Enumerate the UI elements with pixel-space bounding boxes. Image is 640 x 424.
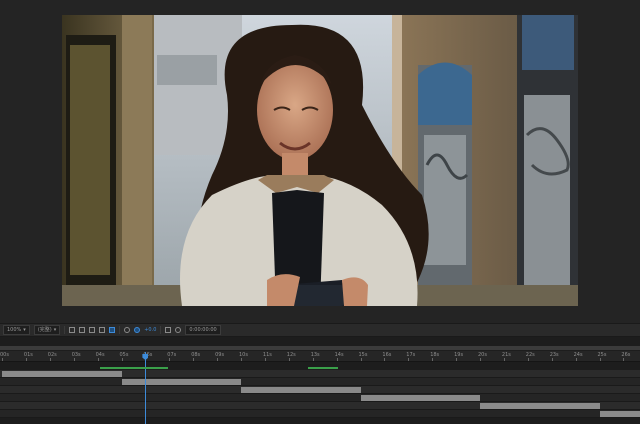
- exposure-value[interactable]: +0.0: [144, 327, 156, 333]
- color-channel-icon[interactable]: [109, 327, 116, 333]
- show-snapshot-icon[interactable]: [175, 327, 182, 333]
- current-time-display[interactable]: 0:00:00:00: [185, 325, 221, 335]
- mask-icon[interactable]: [89, 327, 96, 333]
- ruler-tick: [25, 358, 27, 361]
- composition-viewer[interactable]: [0, 0, 640, 323]
- timeline-panel[interactable]: 00s01s02s03s04s05s06s07s08s09s10s11s12s1…: [0, 337, 640, 424]
- layer-track-row: [0, 410, 640, 418]
- chevron-down-icon: ▾: [23, 327, 26, 333]
- magnification-value: 100%: [7, 327, 22, 333]
- layer-track-row: [0, 378, 640, 386]
- ruler-tick: [527, 358, 529, 361]
- ruler-tick: [432, 358, 434, 361]
- toolbar-divider: [160, 326, 162, 334]
- ruler-tick: [599, 358, 601, 361]
- ruler-tick: [73, 358, 75, 361]
- chevron-down-icon: ▾: [53, 327, 57, 333]
- layer-track-row: [0, 386, 640, 394]
- ruler-tick: [312, 358, 314, 361]
- toolbar-divider: [64, 326, 66, 334]
- composition-toolbar: 100% ▾ (完整) ▾ +0.0 0:00:00:00: [0, 323, 640, 337]
- ruler-tick: [169, 358, 171, 361]
- ruler-tick: [193, 358, 195, 361]
- ruler-tick: [241, 358, 242, 361]
- ruler-tick: [551, 358, 553, 361]
- playhead[interactable]: [145, 352, 147, 424]
- toolbar-divider: [119, 326, 121, 334]
- layer-clip-bar[interactable]: [2, 371, 122, 377]
- layer-track-row: [0, 370, 640, 378]
- layer-clip-bar[interactable]: [360, 395, 480, 401]
- keyframe-indicator: [308, 367, 338, 369]
- layer-clip-bar[interactable]: [480, 403, 600, 409]
- ruler-tick: [480, 358, 481, 361]
- ruler-tick: [217, 358, 219, 361]
- video-frame: [62, 15, 578, 306]
- ruler-tick: [49, 358, 51, 361]
- ruler-tick: [288, 358, 290, 361]
- ruler-tick: [408, 358, 410, 361]
- ruler-tick: [575, 358, 577, 361]
- ruler-tick: [384, 358, 386, 361]
- magnification-dropdown[interactable]: 100% ▾: [3, 325, 30, 335]
- layer-track-row: [0, 394, 640, 402]
- transparency-grid-icon[interactable]: [79, 327, 86, 333]
- grid-icon[interactable]: [99, 327, 106, 333]
- ruler-tick: [2, 358, 3, 361]
- region-of-interest-icon[interactable]: [69, 327, 76, 333]
- color-picker-icon[interactable]: [124, 327, 131, 333]
- ruler-tick: [264, 358, 266, 361]
- camera-icon[interactable]: [165, 327, 172, 333]
- ruler-tick: [336, 358, 338, 361]
- exposure-icon[interactable]: [134, 327, 141, 333]
- time-ruler[interactable]: 00s01s02s03s04s05s06s07s08s09s10s11s12s1…: [0, 351, 640, 362]
- resolution-value: (完整): [37, 327, 52, 333]
- ruler-tick: [360, 358, 362, 361]
- layer-clip-bar[interactable]: [241, 387, 361, 393]
- layer-clip-bar[interactable]: [599, 411, 640, 417]
- layer-clip-bar[interactable]: [121, 379, 241, 385]
- work-area-bar[interactable]: [0, 346, 640, 350]
- ruler-tick: [623, 358, 625, 361]
- ruler-tick: [503, 358, 505, 361]
- ruler-tick: [121, 358, 123, 361]
- current-timecode: 0:00:00:00: [189, 327, 217, 333]
- layer-track-row: [0, 402, 640, 410]
- resolution-dropdown[interactable]: (完整) ▾: [33, 325, 61, 335]
- ruler-tick: [97, 358, 99, 361]
- ruler-tick: [456, 358, 458, 361]
- keyframe-indicator: [100, 367, 168, 369]
